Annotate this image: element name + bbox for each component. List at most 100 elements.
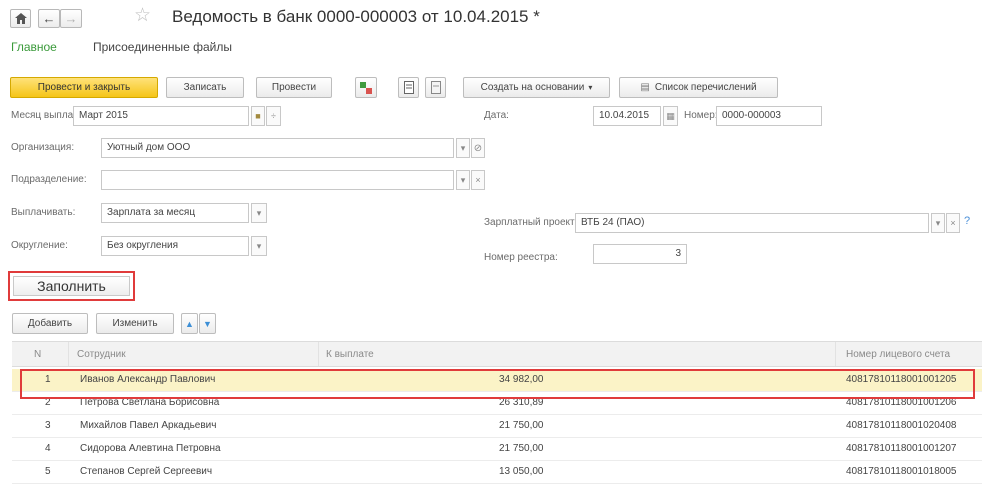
row-account: 40817810118001018005	[846, 466, 957, 477]
row-number: 2	[45, 397, 51, 408]
back-arrow-icon: ←	[42, 11, 56, 26]
table-row[interactable]: 5 Степанов Сергей Сергеевич 13 050,00 40…	[12, 461, 982, 484]
number-field[interactable]: 0000-000003	[716, 106, 822, 126]
payroll-table: N Сотрудник К выплате Номер лицевого сче…	[12, 341, 982, 484]
project-field[interactable]: ВТБ 24 (ПАО)	[575, 213, 929, 233]
help-icon[interactable]: ?	[964, 215, 970, 227]
round-field[interactable]: Без округления	[101, 236, 249, 256]
report-icon	[430, 81, 441, 94]
table-row[interactable]: 2 Петрова Светлана Борисовна 26 310,89 4…	[12, 392, 982, 415]
row-number: 5	[45, 466, 51, 477]
table-row[interactable]: 3 Михайлов Павел Аркадьевич 21 750,00 40…	[12, 415, 982, 438]
dropdown-arrow-icon: ▾	[588, 83, 593, 92]
table-header: N Сотрудник К выплате Номер лицевого сче…	[12, 341, 982, 367]
column-header-employee[interactable]: Сотрудник	[77, 349, 126, 360]
org-field[interactable]: Уютный дом ООО	[101, 138, 454, 158]
dt-kt-button[interactable]	[355, 77, 377, 98]
select-icon: ■	[255, 111, 261, 121]
edit-row-button[interactable]: Изменить	[96, 313, 174, 334]
date-field[interactable]: 10.04.2015	[593, 106, 661, 126]
project-label: Зарплатный проект:	[484, 217, 578, 228]
chevron-down-icon: ▾	[460, 174, 466, 185]
row-amount: 21 750,00	[499, 443, 544, 454]
tab-attached-files[interactable]: Присоединенные файлы	[93, 40, 232, 54]
column-header-account[interactable]: Номер лицевого счета	[846, 349, 950, 360]
month-select-button[interactable]: ■	[251, 106, 265, 126]
fill-button[interactable]: Заполнить	[13, 276, 130, 296]
round-label: Округление:	[11, 240, 68, 251]
row-employee: Иванов Александр Павлович	[80, 374, 216, 385]
row-account: 40817810118001001206	[846, 397, 957, 408]
list-icon: ▤	[640, 82, 650, 93]
move-up-button[interactable]: ▲	[181, 313, 198, 334]
open-link-icon: ⊘	[473, 142, 483, 154]
pay-dropdown-button[interactable]: ▾	[251, 203, 267, 223]
forward-button[interactable]: →	[60, 9, 82, 28]
column-header-n[interactable]: N	[34, 349, 41, 360]
row-amount: 34 982,00	[499, 374, 544, 385]
chevron-down-icon: ▾	[935, 217, 941, 228]
down-arrow-icon: ▼	[203, 318, 212, 329]
row-account: 40817810118001001207	[846, 443, 957, 454]
row-employee: Петрова Светлана Борисовна	[80, 397, 220, 408]
row-amount: 26 310,89	[499, 397, 544, 408]
transfer-list-button[interactable]: ▤ Список перечислений	[619, 77, 778, 98]
org-dropdown-button[interactable]: ▾	[456, 138, 470, 158]
round-dropdown-button[interactable]: ▾	[251, 236, 267, 256]
row-amount: 21 750,00	[499, 420, 544, 431]
month-field[interactable]: Март 2015	[73, 106, 249, 126]
project-clear-button[interactable]: ×	[946, 213, 960, 233]
back-button[interactable]: ←	[38, 9, 60, 28]
pay-label: Выплачивать:	[11, 207, 76, 218]
up-arrow-icon: ▲	[185, 318, 194, 329]
row-employee: Михайлов Павел Аркадьевич	[80, 420, 217, 431]
report-button[interactable]	[425, 77, 446, 98]
month-stepper[interactable]: ÷	[266, 106, 281, 126]
tab-main[interactable]: Главное	[11, 40, 57, 54]
create-based-on-button[interactable]: Создать на основании ▾	[463, 77, 610, 98]
registry-field[interactable]: 3	[593, 244, 687, 264]
dept-dropdown-button[interactable]: ▾	[456, 170, 470, 190]
document-icon	[403, 81, 414, 94]
row-employee: Степанов Сергей Сергеевич	[80, 466, 213, 477]
chevron-down-icon: ▾	[256, 207, 262, 218]
home-icon	[14, 13, 27, 24]
clear-icon: ×	[475, 175, 481, 185]
home-button[interactable]	[10, 9, 31, 28]
row-account: 40817810118001020408	[846, 420, 957, 431]
add-row-button[interactable]: Добавить	[12, 313, 88, 334]
dept-clear-button[interactable]: ×	[471, 170, 485, 190]
forward-arrow-icon: →	[64, 11, 78, 26]
number-label: Номер:	[684, 110, 718, 121]
fill-highlight: Заполнить	[8, 271, 135, 301]
star-icon[interactable]: ☆	[134, 4, 151, 27]
row-account: 40817810118001001205	[846, 374, 957, 385]
save-button[interactable]: Записать	[166, 77, 244, 98]
calendar-icon: ▦	[666, 110, 675, 121]
row-employee: Сидорова Алевтина Петровна	[80, 443, 221, 454]
org-open-button[interactable]: ⊘	[471, 138, 485, 158]
dt-kt-icon	[360, 81, 372, 94]
dept-field[interactable]	[101, 170, 454, 190]
chevron-down-icon: ▾	[256, 240, 262, 251]
column-header-amount[interactable]: К выплате	[326, 349, 374, 360]
row-amount: 13 050,00	[499, 466, 544, 477]
date-calendar-button[interactable]: ▦	[663, 106, 678, 126]
date-label: Дата:	[484, 110, 509, 121]
project-dropdown-button[interactable]: ▾	[931, 213, 945, 233]
org-label: Организация:	[11, 142, 75, 153]
clear-icon: ×	[950, 218, 956, 228]
table-row[interactable]: 4 Сидорова Алевтина Петровна 21 750,00 4…	[12, 438, 982, 461]
chevron-down-icon: ▾	[460, 142, 466, 153]
print-doc-button[interactable]	[398, 77, 419, 98]
post-button[interactable]: Провести	[256, 77, 332, 98]
stepper-icon: ÷	[271, 111, 276, 121]
move-down-button[interactable]: ▼	[199, 313, 216, 334]
row-number: 3	[45, 420, 51, 431]
pay-field[interactable]: Зарплата за месяц	[101, 203, 249, 223]
dept-label: Подразделение:	[11, 174, 87, 185]
registry-label: Номер реестра:	[484, 252, 558, 263]
row-number: 4	[45, 443, 51, 454]
post-and-close-button[interactable]: Провести и закрыть	[10, 77, 158, 98]
table-row[interactable]: 1 Иванов Александр Павлович 34 982,00 40…	[12, 369, 982, 392]
